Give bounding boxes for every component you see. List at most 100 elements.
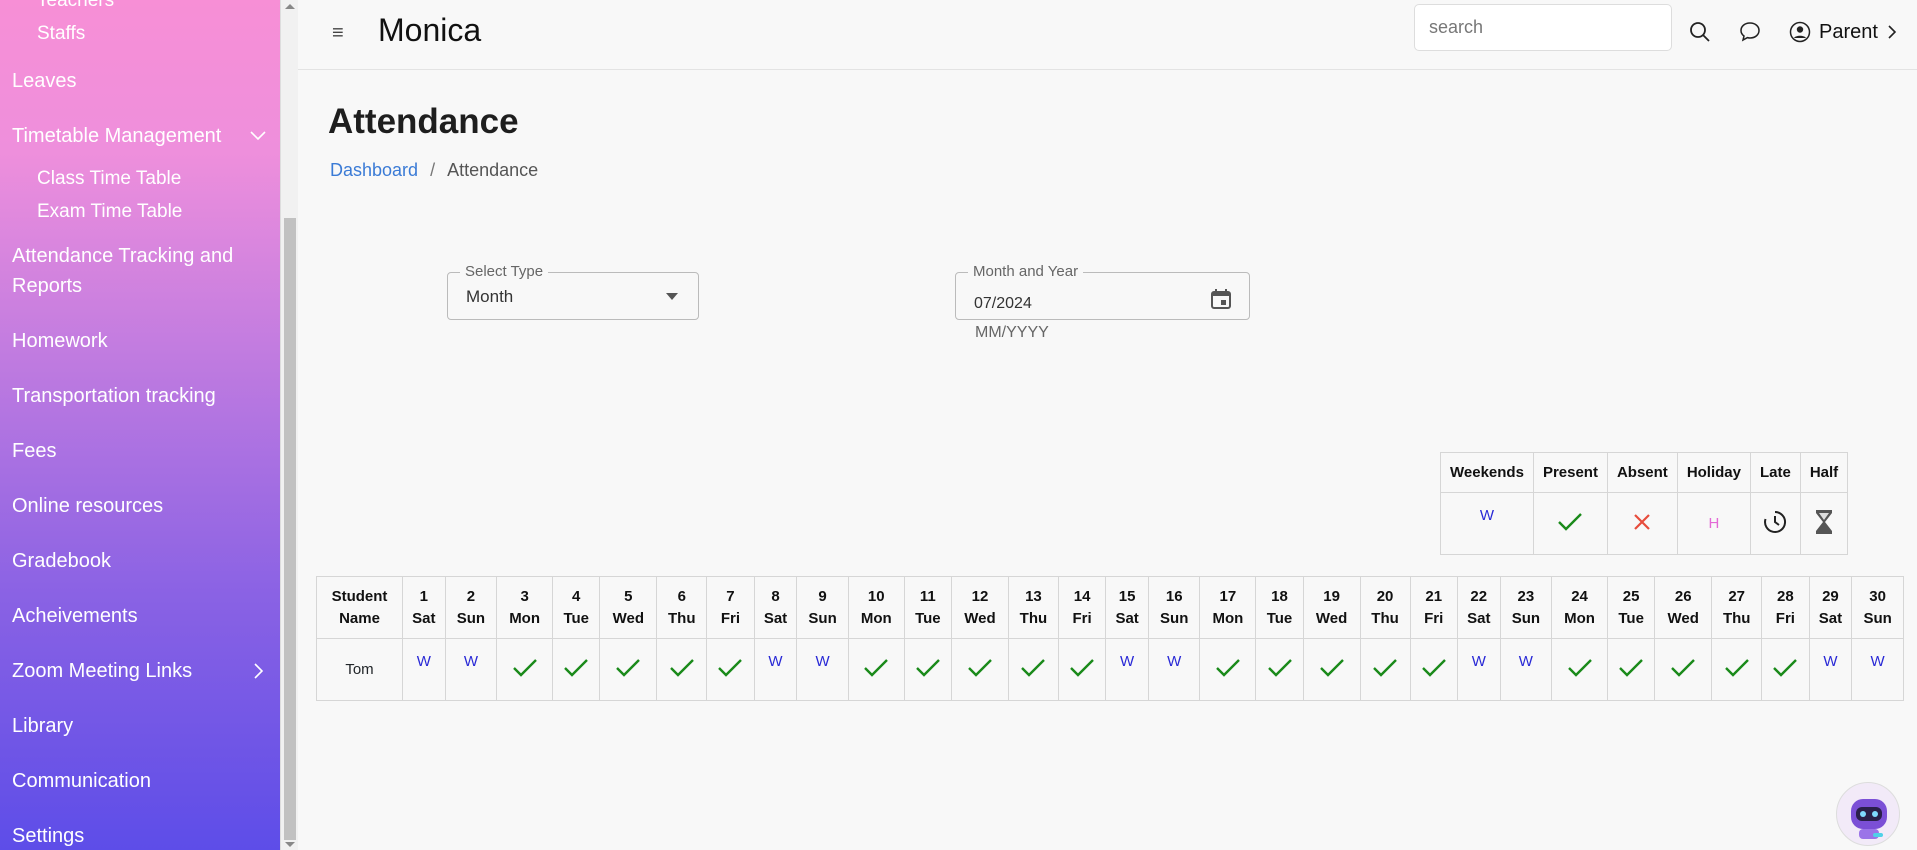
present-check-icon	[1319, 658, 1344, 677]
legend-holiday-cell: H	[1676, 492, 1752, 555]
user-circle-icon[interactable]	[1788, 20, 1812, 44]
search-icon[interactable]	[1688, 20, 1712, 44]
chat-icon[interactable]	[1738, 20, 1762, 44]
day-header: 16 Sun	[1147, 576, 1201, 639]
sidebar-item-achievements[interactable]: Acheivements	[12, 605, 138, 628]
day-weekday: Sun	[808, 609, 837, 627]
day-weekday: Sat	[1818, 609, 1843, 627]
chevron-right-icon[interactable]	[250, 663, 266, 679]
day-weekday: Tue	[1266, 609, 1293, 627]
sidebar: Teachers Staffs Leaves Timetable Managem…	[0, 0, 280, 850]
day-number: 28	[1777, 587, 1794, 605]
day-header: 26 Wed	[1654, 576, 1713, 639]
day-number: 4	[572, 587, 581, 605]
present-check-icon	[718, 658, 743, 677]
legend-absent-cell	[1606, 492, 1678, 555]
select-type-dropdown[interactable]: Select Type Month	[447, 263, 699, 320]
present-check-icon	[1567, 658, 1592, 677]
day-number: 5	[624, 587, 633, 605]
day-header: 29 Sat	[1808, 576, 1853, 639]
day-header: 4 Tue	[552, 576, 601, 639]
sidebar-item-class-time-table[interactable]: Class Time Table	[37, 168, 181, 190]
weekend-symbol: W	[1518, 653, 1533, 670]
attendance-cell	[1057, 638, 1107, 701]
select-type-label: Select Type	[460, 263, 549, 280]
user-menu[interactable]: Parent	[1819, 21, 1898, 44]
attendance-cell	[1199, 638, 1257, 701]
attendance-cell	[1409, 638, 1458, 701]
legend-header-half: Half	[1799, 452, 1849, 493]
legend-half-cell	[1799, 492, 1849, 555]
day-weekday: Sun	[1511, 609, 1541, 627]
holiday-symbol: H	[1708, 515, 1720, 532]
user-menu-label: Parent	[1819, 21, 1878, 43]
day-weekday: Fri	[1072, 609, 1092, 627]
legend-late-cell	[1750, 492, 1801, 555]
scroll-thumb[interactable]	[284, 218, 296, 840]
legend-present-cell	[1532, 492, 1608, 555]
day-weekday: Fri	[720, 609, 741, 627]
sidebar-item-gradebook[interactable]: Gradebook	[12, 550, 111, 573]
breadcrumb: Dashboard / Attendance	[330, 160, 538, 181]
sidebar-item-zoom[interactable]: Zoom Meeting Links	[12, 660, 192, 683]
sidebar-item-leaves[interactable]: Leaves	[12, 70, 77, 93]
legend-weekend-cell: W	[1440, 492, 1534, 555]
day-header: 13 Thu	[1007, 576, 1059, 639]
day-number: 19	[1323, 587, 1340, 605]
day-weekday: Tue	[563, 609, 589, 627]
sidebar-item-online-resources[interactable]: Online resources	[12, 495, 163, 518]
present-check-icon	[512, 658, 537, 677]
day-weekday: Sat	[1115, 609, 1139, 627]
sidebar-item-library[interactable]: Library	[12, 715, 73, 738]
present-check-icon	[916, 658, 940, 677]
search-input[interactable]	[1414, 4, 1672, 51]
day-weekday: Sat	[763, 609, 788, 627]
scroll-up-arrow-icon[interactable]	[285, 4, 295, 9]
day-weekday: Thu	[1019, 609, 1048, 627]
weekend-symbol: W	[1167, 653, 1182, 670]
legend-table: Weekends Present Absent Holiday Late Hal…	[1440, 452, 1849, 555]
legend-header-present: Present	[1532, 452, 1608, 493]
day-header: 27 Thu	[1711, 576, 1763, 639]
sidebar-item-homework[interactable]: Homework	[12, 330, 108, 353]
day-header: 14 Fri	[1057, 576, 1107, 639]
day-number: 21	[1425, 587, 1443, 605]
attendance-cell	[599, 638, 658, 701]
sidebar-item-fees[interactable]: Fees	[12, 440, 56, 463]
day-header: 1 Sat	[402, 576, 446, 639]
month-year-field[interactable]: Month and Year 07/2024	[955, 263, 1250, 320]
day-weekday: Fri	[1775, 609, 1795, 627]
chevron-down-icon[interactable]	[250, 128, 266, 144]
breadcrumb-dashboard-link[interactable]: Dashboard	[330, 160, 418, 180]
present-check-icon	[1021, 658, 1046, 677]
attendance-cell: W	[1851, 638, 1904, 701]
present-check-icon	[1724, 658, 1749, 677]
day-weekday: Mon	[1564, 609, 1595, 627]
day-weekday: Mon	[509, 609, 541, 627]
present-check-icon	[1671, 658, 1696, 677]
day-number: 7	[726, 587, 735, 605]
sidebar-item-teachers[interactable]: Teachers	[37, 0, 114, 12]
legend-header-late: Late	[1750, 452, 1801, 493]
sidebar-scrollbar[interactable]	[280, 0, 298, 850]
attendance-cell	[1551, 638, 1608, 701]
calendar-icon[interactable]	[1209, 287, 1233, 311]
day-number: 18	[1271, 587, 1288, 605]
scroll-down-arrow-icon[interactable]	[285, 842, 295, 847]
sidebar-item-transportation[interactable]: Transportation tracking	[12, 385, 216, 408]
sidebar-item-communication[interactable]: Communication	[12, 770, 151, 793]
present-check-icon	[1216, 658, 1240, 677]
attendance-cell: W	[796, 638, 849, 701]
breadcrumb-separator: /	[430, 160, 436, 180]
attendance-cell	[1606, 638, 1656, 701]
sidebar-item-timetable[interactable]: Timetable Management	[12, 125, 268, 148]
day-weekday: Tue	[1618, 609, 1644, 627]
breadcrumb-current: Attendance	[447, 160, 539, 180]
sidebar-item-attendance[interactable]: Attendance Tracking and Reports	[12, 245, 233, 298]
day-header: 19 Wed	[1302, 576, 1361, 639]
sidebar-item-settings[interactable]: Settings	[12, 825, 84, 848]
hamburger-menu-icon[interactable]: ≡	[332, 22, 344, 45]
sidebar-item-staffs[interactable]: Staffs	[37, 23, 85, 45]
chatbot-assistant-button[interactable]	[1836, 782, 1900, 846]
sidebar-item-exam-time-table[interactable]: Exam Time Table	[37, 201, 182, 223]
